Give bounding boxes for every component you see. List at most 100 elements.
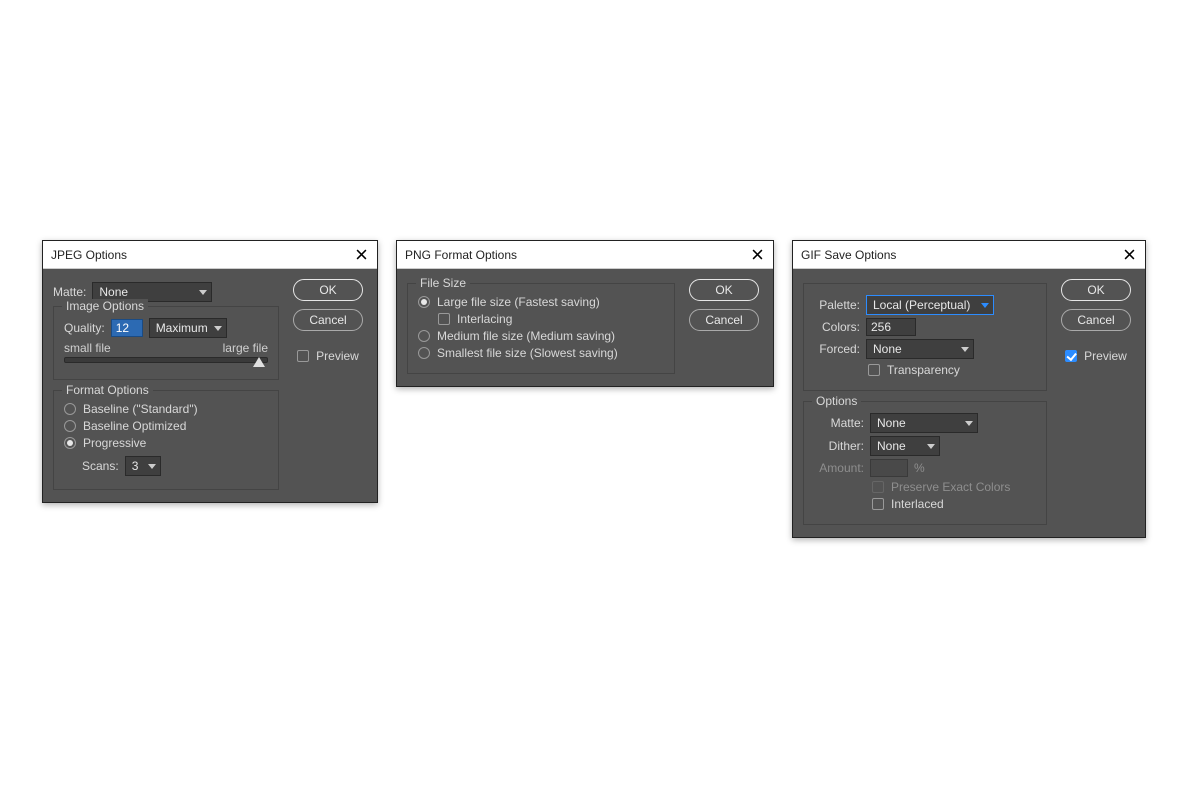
radio-icon [64, 403, 76, 415]
preview-checkbox[interactable]: Preview [1065, 349, 1127, 363]
ok-button[interactable]: OK [293, 279, 363, 301]
radio-baseline-optimized[interactable]: Baseline Optimized [64, 419, 268, 433]
slider-high-label: large file [223, 341, 268, 355]
chevron-down-icon [965, 421, 973, 426]
close-icon[interactable] [749, 247, 765, 263]
gif-top-group: Palette: Local (Perceptual) Colors: Forc… [803, 283, 1047, 391]
radio-icon [64, 437, 76, 449]
cancel-button[interactable]: Cancel [293, 309, 363, 331]
forced-label: Forced: [814, 342, 860, 356]
radio-icon [418, 347, 430, 359]
close-icon[interactable] [1121, 247, 1137, 263]
matte-select[interactable]: None [870, 413, 978, 433]
palette-value: Local (Perceptual) [873, 298, 970, 312]
palette-select[interactable]: Local (Perceptual) [866, 295, 994, 315]
cancel-button[interactable]: Cancel [1061, 309, 1131, 331]
slider-low-label: small file [64, 341, 111, 355]
radio-label: Baseline Optimized [83, 419, 186, 433]
radio-icon [64, 420, 76, 432]
checkbox-icon [1065, 350, 1077, 362]
quality-label: Quality: [64, 321, 105, 335]
chevron-down-icon [927, 444, 935, 449]
interlacing-checkbox[interactable]: Interlacing [438, 312, 664, 326]
chevron-down-icon [961, 347, 969, 352]
image-options-group: Image Options Quality: Maximum small fil… [53, 306, 279, 380]
radio-label: Medium file size (Medium saving) [437, 329, 615, 343]
format-options-group: Format Options Baseline ("Standard") Bas… [53, 390, 279, 490]
interlaced-checkbox[interactable]: Interlaced [872, 497, 1036, 511]
transparency-label: Transparency [887, 363, 960, 377]
checkbox-icon [297, 350, 309, 362]
quality-input[interactable] [111, 319, 143, 337]
amount-input [870, 459, 908, 477]
checkbox-icon [868, 364, 880, 376]
cancel-button[interactable]: Cancel [689, 309, 759, 331]
preview-label: Preview [1084, 349, 1127, 363]
quality-preset-select[interactable]: Maximum [149, 318, 227, 338]
jpeg-titlebar: JPEG Options [43, 241, 377, 269]
scans-value: 3 [132, 459, 139, 473]
preview-checkbox[interactable]: Preview [297, 349, 359, 363]
matte-value: None [877, 416, 906, 430]
forced-select[interactable]: None [866, 339, 974, 359]
filesize-legend: File Size [416, 276, 470, 290]
preserve-exact-colors-checkbox: Preserve Exact Colors [872, 480, 1036, 494]
colors-label: Colors: [814, 320, 860, 334]
checkbox-icon [872, 498, 884, 510]
radio-label: Progressive [83, 436, 146, 450]
interlacing-label: Interlacing [457, 312, 512, 326]
gif-save-options-dialog: GIF Save Options Palette: Local (Percept… [792, 240, 1146, 538]
checkbox-icon [438, 313, 450, 325]
colors-input[interactable] [866, 318, 916, 336]
close-icon[interactable] [353, 247, 369, 263]
scans-label: Scans: [82, 459, 119, 473]
quality-preset-value: Maximum [156, 321, 208, 335]
dither-select[interactable]: None [870, 436, 940, 456]
radio-small-file[interactable]: Smallest file size (Slowest saving) [418, 346, 664, 360]
image-options-legend: Image Options [62, 299, 148, 313]
chevron-down-icon [214, 326, 222, 331]
ok-button[interactable]: OK [689, 279, 759, 301]
transparency-checkbox[interactable]: Transparency [868, 363, 1036, 377]
palette-label: Palette: [814, 298, 860, 312]
amount-percent: % [914, 461, 925, 475]
quality-slider[interactable] [64, 357, 268, 363]
radio-label: Large file size (Fastest saving) [437, 295, 600, 309]
radio-baseline-standard[interactable]: Baseline ("Standard") [64, 402, 268, 416]
radio-progressive[interactable]: Progressive [64, 436, 268, 450]
png-title: PNG Format Options [405, 248, 517, 262]
matte-label: Matte: [814, 416, 864, 430]
radio-icon [418, 296, 430, 308]
matte-label: Matte: [53, 285, 86, 299]
dither-label: Dither: [814, 439, 864, 453]
chevron-down-icon [199, 290, 207, 295]
radio-large-file[interactable]: Large file size (Fastest saving) [418, 295, 664, 309]
jpeg-title: JPEG Options [51, 248, 127, 262]
gif-options-legend: Options [812, 394, 861, 408]
gif-titlebar: GIF Save Options [793, 241, 1145, 269]
jpeg-options-dialog: JPEG Options Matte: None Image Options Q… [42, 240, 378, 503]
dither-value: None [877, 439, 906, 453]
radio-medium-file[interactable]: Medium file size (Medium saving) [418, 329, 664, 343]
forced-value: None [873, 342, 902, 356]
format-options-legend: Format Options [62, 383, 153, 397]
scans-select[interactable]: 3 [125, 456, 161, 476]
radio-label: Smallest file size (Slowest saving) [437, 346, 618, 360]
filesize-group: File Size Large file size (Fastest savin… [407, 283, 675, 374]
gif-title: GIF Save Options [801, 248, 896, 262]
png-titlebar: PNG Format Options [397, 241, 773, 269]
slider-labels: small file large file [64, 341, 268, 355]
ok-button[interactable]: OK [1061, 279, 1131, 301]
interlaced-label: Interlaced [891, 497, 944, 511]
png-options-dialog: PNG Format Options File Size Large file … [396, 240, 774, 387]
gif-options-group: Options Matte: None Dither: None [803, 401, 1047, 525]
radio-label: Baseline ("Standard") [83, 402, 198, 416]
preview-label: Preview [316, 349, 359, 363]
matte-value: None [99, 285, 128, 299]
chevron-down-icon [981, 303, 989, 308]
preserve-exact-label: Preserve Exact Colors [891, 480, 1010, 494]
slider-thumb[interactable] [253, 357, 265, 367]
chevron-down-icon [148, 464, 156, 469]
amount-label: Amount: [814, 461, 864, 475]
radio-icon [418, 330, 430, 342]
